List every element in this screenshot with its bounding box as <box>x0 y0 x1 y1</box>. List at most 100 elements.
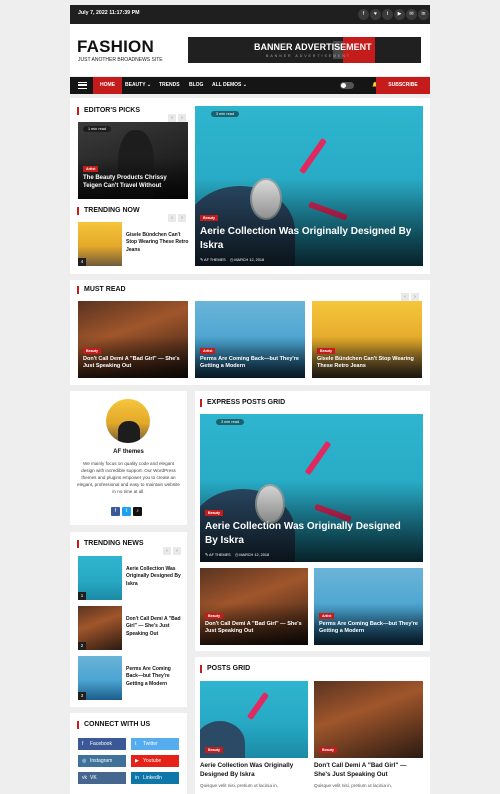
feature-author[interactable]: ✎ AF THEMES <box>205 552 231 557</box>
button-label: Twitter <box>143 741 158 747</box>
feature-title[interactable]: Aerie Collection Was Originally Designed… <box>205 520 415 547</box>
read-time-pill: 1 min read <box>83 126 111 132</box>
prev-arrow-icon[interactable]: ‹ <box>168 114 176 122</box>
facebook-icon[interactable]: f <box>358 9 369 20</box>
feature-card[interactable]: 3 min read Beauty Aerie Collection Was O… <box>195 106 423 266</box>
express-small-card[interactable]: Beauty Don't Call Demi A "Bad Girl" — Sh… <box>200 568 308 645</box>
read-time-pill: 3 min read <box>211 111 239 117</box>
category-tag[interactable]: Beauty <box>83 348 101 354</box>
card-title[interactable]: Don't Call Demi A "Bad Girl" — She's Jus… <box>205 621 305 636</box>
vk-icon: vk <box>82 775 87 781</box>
post-title[interactable]: Don't Call Demi A "Bad Girl" — She's Jus… <box>314 762 423 779</box>
section-title-must-read: MUST READ <box>77 286 126 294</box>
trending-news-title[interactable]: Don't Call Demi A "Bad Girl" — She's Jus… <box>126 616 182 638</box>
card-title[interactable]: The Beauty Products Chrissy Teigen Can't… <box>83 174 183 190</box>
profile-name: AF themes <box>113 449 144 455</box>
editors-pick-card[interactable]: 1 min read Artist The Beauty Products Ch… <box>78 122 188 199</box>
prev-arrow-icon[interactable]: ‹ <box>401 293 409 301</box>
category-tag[interactable]: Artist <box>319 613 335 619</box>
rank-number: 2 <box>78 642 86 650</box>
nav-home[interactable]: HOME <box>93 77 122 94</box>
linkedin-icon[interactable]: in <box>418 9 429 20</box>
tiktok-icon[interactable]: ♪ <box>133 507 142 516</box>
express-feature-card[interactable]: 3 min read Beauty Aerie Collection Was O… <box>200 414 423 562</box>
section-title-trending-news: TRENDING NEWS <box>77 540 144 548</box>
profile-avatar <box>106 399 150 443</box>
button-label: Facebook <box>90 741 112 747</box>
category-tag[interactable]: Beauty <box>319 747 337 753</box>
trending-news-thumb[interactable]: 1 <box>78 556 122 600</box>
profile-social: f t ♪ <box>111 507 147 516</box>
trending-news-thumb[interactable]: 2 <box>78 606 122 650</box>
linkedin-icon: in <box>135 775 139 781</box>
youtube-icon[interactable]: ▶ <box>394 9 405 20</box>
nav-beauty[interactable]: BEAUTY ⌄ <box>125 77 151 94</box>
category-tag[interactable]: Beauty <box>317 348 335 354</box>
feature-title[interactable]: Aerie Collection Was Originally Designed… <box>200 225 415 252</box>
facebook-icon[interactable]: f <box>111 507 120 516</box>
card-title[interactable]: Gisele Bündchen Can't Stop Wearing These… <box>317 356 417 371</box>
site-tagline: JUST ANOTHER BROADNEWS SITE <box>78 57 163 63</box>
prev-arrow-icon[interactable]: ‹ <box>163 547 171 555</box>
must-read-card[interactable]: Beauty Gisele Bündchen Can't Stop Wearin… <box>312 301 422 378</box>
feature-date: ◷ MARCH 12, 2018 <box>230 258 265 262</box>
card-title[interactable]: Perms Are Coming Back—but They're Gettin… <box>200 356 300 371</box>
category-tag[interactable]: Artist <box>83 166 99 172</box>
must-read-card[interactable]: Artist Perms Are Coming Back—but They're… <box>195 301 305 378</box>
twitter-icon[interactable]: t <box>122 507 131 516</box>
facebook-button[interactable]: f Facebook <box>78 738 126 750</box>
next-arrow-icon[interactable]: › <box>173 547 181 555</box>
post-date: MARCH 12, 2018 <box>234 258 265 262</box>
trending-news-thumb[interactable]: 3 <box>78 656 122 700</box>
express-small-card[interactable]: Artist Perms Are Coming Back—but They're… <box>314 568 423 645</box>
feature-author[interactable]: ✎ AF THEMES <box>200 257 226 262</box>
post-title[interactable]: Aerie Collection Was Originally Designed… <box>200 762 308 779</box>
next-arrow-icon[interactable]: › <box>178 214 186 222</box>
banner-subtitle: BANNER ADVERTISEMENT <box>266 54 352 58</box>
connect-widget: CONNECT WITH US f Facebook t Twitter ◎ Inst… <box>70 713 187 794</box>
next-arrow-icon[interactable]: › <box>411 293 419 301</box>
posts-grid-image[interactable]: Beauty <box>314 681 423 758</box>
button-label: VK <box>90 775 97 781</box>
category-tag[interactable]: Beauty <box>205 613 223 619</box>
menu-icon[interactable] <box>78 82 87 89</box>
nav-blog[interactable]: BLOG <box>189 77 203 94</box>
nav-trends[interactable]: TRENDS <box>159 77 180 94</box>
trending-news-title[interactable]: Aerie Collection Was Originally Designed… <box>126 566 182 588</box>
instagram-button[interactable]: ◎ Instagram <box>78 755 126 767</box>
banner-title: BANNER ADVERTISEMENT <box>254 42 372 52</box>
twitter-icon[interactable]: t <box>382 9 393 20</box>
mail-icon[interactable]: ✉ <box>406 9 417 20</box>
section-title-express-posts-grid: EXPRESS POSTS GRID <box>200 399 285 407</box>
author-name[interactable]: AF THEMES <box>204 258 226 262</box>
trending-news-widget: TRENDING NEWS ‹ › 1 Aerie Collection Was … <box>70 532 187 707</box>
category-tag[interactable]: Beauty <box>205 510 223 516</box>
next-arrow-icon[interactable]: › <box>178 114 186 122</box>
must-read-card[interactable]: Beauty Don't Call Demi A "Bad Girl" — Sh… <box>78 301 188 378</box>
dark-mode-toggle[interactable] <box>340 82 354 89</box>
instagram-icon[interactable]: ♥ <box>370 9 381 20</box>
card-title[interactable]: Perms Are Coming Back—but They're Gettin… <box>319 621 419 636</box>
subscribe-button[interactable]: SUBSCRIBE <box>376 77 430 94</box>
nav-all-demos[interactable]: ALL DEMOS ⌄ <box>212 77 247 94</box>
site-logo[interactable]: FASHION <box>77 37 154 57</box>
trending-now-thumb[interactable]: 4 <box>78 222 122 266</box>
twitter-button[interactable]: t Twitter <box>131 738 179 750</box>
trending-now-arrows: ‹ › <box>166 206 186 224</box>
trending-now-title[interactable]: Gisele Bündchen Can't Stop Wearing These… <box>126 232 190 254</box>
rank-number: 1 <box>78 592 86 600</box>
card-title[interactable]: Don't Call Demi A "Bad Girl" — She's Jus… <box>83 356 183 371</box>
category-tag[interactable]: Artist <box>200 348 216 354</box>
prev-arrow-icon[interactable]: ‹ <box>168 214 176 222</box>
current-date: July 7, 2022 11:17:39 PM <box>78 10 140 16</box>
category-tag[interactable]: Beauty <box>205 747 223 753</box>
posts-grid-image[interactable]: Beauty <box>200 681 308 758</box>
category-tag[interactable]: Beauty <box>200 215 218 221</box>
button-label: Youtube <box>143 758 162 764</box>
linkedin-button[interactable]: in LinkedIn <box>131 772 179 784</box>
youtube-button[interactable]: ▶ Youtube <box>131 755 179 767</box>
banner-advertisement[interactable]: BANNER ADVERTISEMENT BANNER ADVERTISEMEN… <box>188 37 421 63</box>
vk-button[interactable]: vk VK <box>78 772 126 784</box>
trending-news-title[interactable]: Perms Are Coming Back—but They're Gettin… <box>126 666 182 688</box>
author-name[interactable]: AF THEMES <box>209 553 231 557</box>
